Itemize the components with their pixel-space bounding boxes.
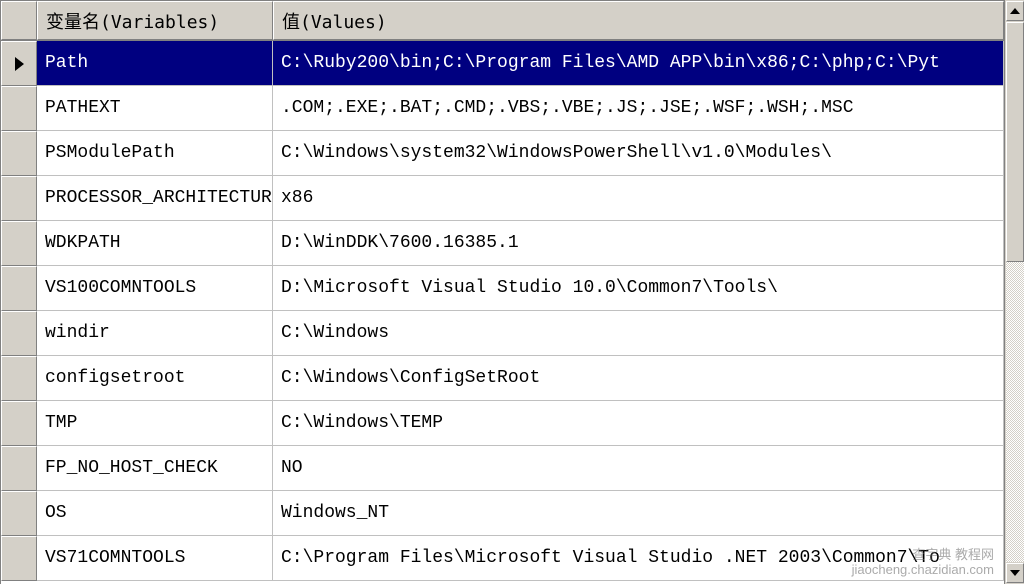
cell-value[interactable]: NO	[273, 446, 1004, 491]
current-row-indicator-icon	[15, 57, 24, 71]
cell-value[interactable]: C:\Windows\system32\WindowsPowerShell\v1…	[273, 131, 1004, 176]
row-selector[interactable]	[1, 266, 37, 311]
cell-value[interactable]: .COM;.EXE;.BAT;.CMD;.VBS;.VBE;.JS;.JSE;.…	[273, 86, 1004, 131]
row-selector[interactable]	[1, 536, 37, 581]
row-selector[interactable]	[1, 131, 37, 176]
cell-variable[interactable]: FP_NO_HOST_CHECK	[37, 446, 273, 491]
table-row[interactable]: PSModulePathC:\Windows\system32\WindowsP…	[1, 131, 1004, 176]
cell-value[interactable]: Windows_NT	[273, 491, 1004, 536]
table-row[interactable]: PathC:\Ruby200\bin;C:\Program Files\AMD …	[1, 41, 1004, 86]
header-row: 变量名(Variables) 值(Values)	[1, 1, 1004, 41]
table-row[interactable]: configsetrootC:\Windows\ConfigSetRoot	[1, 356, 1004, 401]
cell-variable[interactable]: PATHEXT	[37, 86, 273, 131]
cell-variable[interactable]: PROCESSOR_ARCHITECTURE	[37, 176, 273, 221]
cell-value[interactable]: C:\Windows	[273, 311, 1004, 356]
cell-variable[interactable]: PSModulePath	[37, 131, 273, 176]
arrow-down-icon	[1010, 570, 1020, 576]
row-selector[interactable]	[1, 356, 37, 401]
scroll-down-button[interactable]	[1006, 563, 1024, 583]
table-row[interactable]: TMPC:\Windows\TEMP	[1, 401, 1004, 446]
row-selector[interactable]	[1, 176, 37, 221]
datagrid: 变量名(Variables) 值(Values) PathC:\Ruby200\…	[0, 0, 1004, 584]
vertical-scrollbar[interactable]	[1004, 0, 1024, 584]
grid-body: PathC:\Ruby200\bin;C:\Program Files\AMD …	[1, 41, 1004, 581]
table-row[interactable]: VS71COMNTOOLSC:\Program Files\Microsoft …	[1, 536, 1004, 581]
cell-variable[interactable]: configsetroot	[37, 356, 273, 401]
table-row[interactable]: WDKPATHD:\WinDDK\7600.16385.1	[1, 221, 1004, 266]
scroll-track[interactable]	[1006, 22, 1024, 562]
row-selector-header[interactable]	[1, 1, 37, 40]
table-row[interactable]: VS100COMNTOOLSD:\Microsoft Visual Studio…	[1, 266, 1004, 311]
table-row[interactable]: windirC:\Windows	[1, 311, 1004, 356]
arrow-up-icon	[1010, 8, 1020, 14]
scroll-thumb[interactable]	[1006, 22, 1024, 262]
row-selector[interactable]	[1, 446, 37, 491]
cell-value[interactable]: D:\WinDDK\7600.16385.1	[273, 221, 1004, 266]
cell-variable[interactable]: OS	[37, 491, 273, 536]
cell-value[interactable]: C:\Ruby200\bin;C:\Program Files\AMD APP\…	[273, 41, 1004, 86]
column-header-variables[interactable]: 变量名(Variables)	[37, 1, 273, 40]
cell-value[interactable]: C:\Program Files\Microsoft Visual Studio…	[273, 536, 1004, 581]
cell-variable[interactable]: WDKPATH	[37, 221, 273, 266]
cell-variable[interactable]: VS71COMNTOOLS	[37, 536, 273, 581]
column-header-values[interactable]: 值(Values)	[273, 1, 1004, 40]
row-selector[interactable]	[1, 491, 37, 536]
row-selector[interactable]	[1, 221, 37, 266]
table-row[interactable]: PATHEXT.COM;.EXE;.BAT;.CMD;.VBS;.VBE;.JS…	[1, 86, 1004, 131]
cell-value[interactable]: x86	[273, 176, 1004, 221]
cell-value[interactable]: C:\Windows\ConfigSetRoot	[273, 356, 1004, 401]
cell-value[interactable]: D:\Microsoft Visual Studio 10.0\Common7\…	[273, 266, 1004, 311]
cell-variable[interactable]: Path	[37, 41, 273, 86]
cell-variable[interactable]: TMP	[37, 401, 273, 446]
table-row[interactable]: OSWindows_NT	[1, 491, 1004, 536]
row-selector[interactable]	[1, 401, 37, 446]
cell-value[interactable]: C:\Windows\TEMP	[273, 401, 1004, 446]
table-row[interactable]: PROCESSOR_ARCHITECTUREx86	[1, 176, 1004, 221]
row-selector[interactable]	[1, 86, 37, 131]
row-selector[interactable]	[1, 311, 37, 356]
cell-variable[interactable]: windir	[37, 311, 273, 356]
row-selector[interactable]	[1, 41, 37, 86]
cell-variable[interactable]: VS100COMNTOOLS	[37, 266, 273, 311]
table-row[interactable]: FP_NO_HOST_CHECKNO	[1, 446, 1004, 491]
scroll-up-button[interactable]	[1006, 1, 1024, 21]
